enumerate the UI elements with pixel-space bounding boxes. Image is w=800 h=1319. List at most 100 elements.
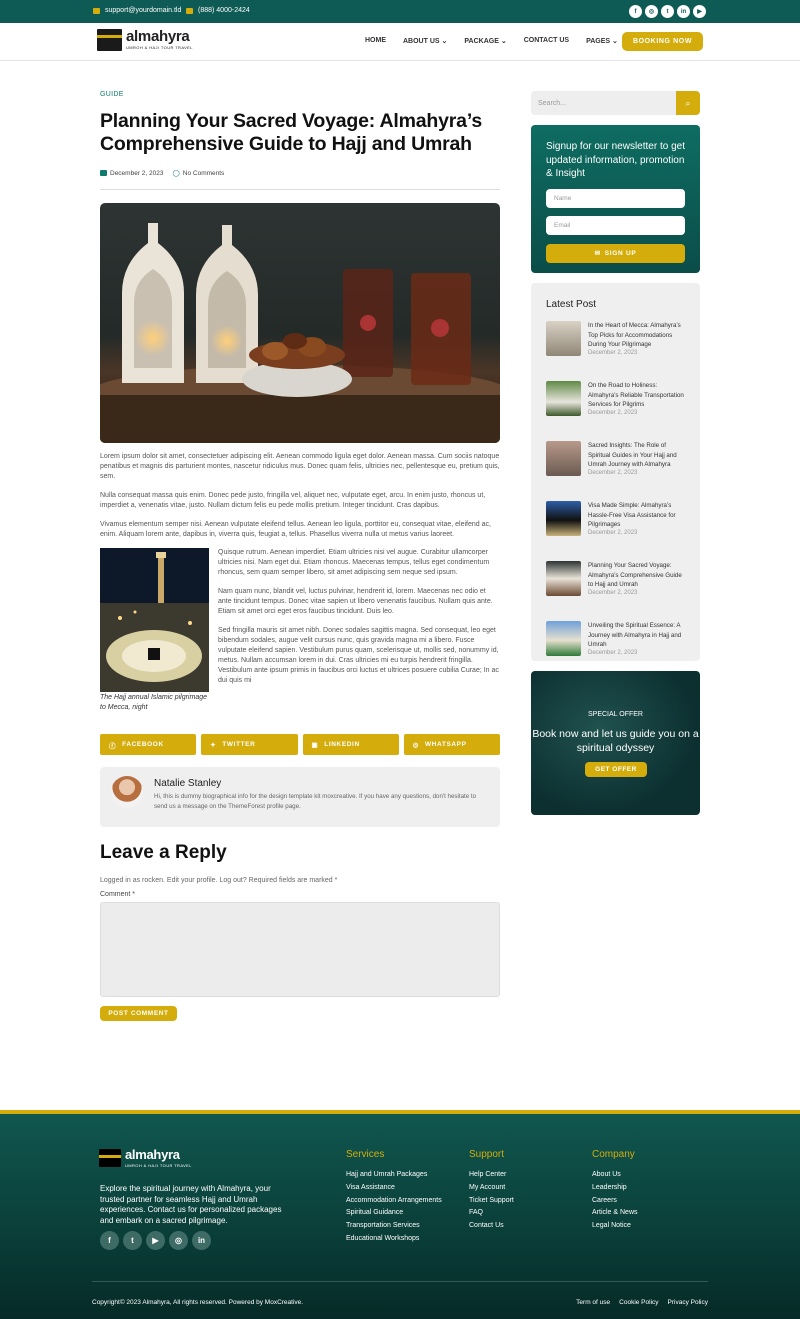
share-twitter-button[interactable]: ✦ TWITTER	[201, 734, 298, 755]
share-label: TWITTER	[222, 741, 256, 748]
footer-legal-link[interactable]: Term of use	[576, 1299, 610, 1306]
special-offer-banner: SPECIAL OFFER Book now and let us guide …	[531, 671, 700, 815]
post-thumbnail	[546, 441, 581, 476]
chevron-down-icon: ⌄	[500, 38, 507, 45]
linkedin-icon[interactable]: in	[677, 5, 690, 18]
footer-link[interactable]: Leadership	[592, 1182, 638, 1195]
latest-post-item[interactable]: Planning Your Sacred Voyage: Almahyra’s …	[546, 561, 685, 611]
share-whatsapp-button[interactable]: ◎ WHATSAPP	[403, 734, 500, 755]
calendar-icon	[100, 170, 107, 176]
latest-post-item[interactable]: Visa Made Simple: Almahyra’s Hassle-Free…	[546, 501, 685, 551]
nav-pages[interactable]: PAGES ⌄	[586, 37, 618, 45]
twitter-icon[interactable]: t	[123, 1231, 142, 1250]
latest-post-item[interactable]: Sacred Insights: The Role of Spiritual G…	[546, 441, 685, 491]
footer-link[interactable]: Hajj and Umrah Packages	[346, 1169, 442, 1182]
post-thumbnail	[546, 501, 581, 536]
footer-link[interactable]: My Account	[469, 1182, 514, 1195]
float-text: Quisque rutrum. Aenean imperdiet. Etiam …	[218, 548, 500, 695]
get-offer-button[interactable]: GET OFFER	[585, 762, 647, 777]
linkedin-icon[interactable]: in	[192, 1231, 211, 1250]
topbar-phone[interactable]: (888) 4000-2424	[186, 7, 250, 14]
search-widget: Search... ⌕	[531, 91, 700, 115]
search-input[interactable]: Search...	[531, 91, 676, 115]
mail-icon: ✉	[594, 250, 601, 257]
newsletter-name-input[interactable]: Name	[546, 188, 685, 208]
footer-link[interactable]: Legal Notice	[592, 1220, 638, 1233]
nav-package-label: PACKAGE	[464, 38, 499, 45]
mail-icon	[93, 7, 100, 14]
footer-link[interactable]: Visa Assistance	[346, 1182, 442, 1195]
kaaba-logo-icon	[97, 29, 122, 51]
latest-post-title: Planning Your Sacred Voyage: Almahyra’s …	[588, 562, 682, 588]
latest-post-date: December 2, 2023	[588, 649, 638, 656]
share-linkedin-button[interactable]: ▣ LINKEDIN	[302, 734, 399, 755]
phone-text: (888) 4000-2424	[198, 7, 250, 14]
footer-link[interactable]: Accommodation Arrangements	[346, 1195, 442, 1208]
newsletter-heading: Signup for our newsletter to get updated…	[546, 141, 685, 179]
latest-post-item[interactable]: In the Heart of Mecca: Almahyra’s Top Pi…	[546, 321, 685, 371]
youtube-icon[interactable]: ▶	[693, 5, 706, 18]
sign-up-button[interactable]: ✉ SIGN UP	[546, 243, 685, 263]
post-thumbnail	[546, 321, 581, 356]
nav-package[interactable]: PACKAGE ⌄	[464, 37, 506, 45]
footer-link[interactable]: Ticket Support	[469, 1195, 514, 1208]
footer-legal-link[interactable]: Cookie Policy	[619, 1299, 658, 1306]
share-buttons: ⓕ FACEBOOK ✦ TWITTER ▣ LINKEDIN ◎ WHATSAPP	[100, 734, 500, 755]
youtube-icon[interactable]: ▶	[146, 1231, 165, 1250]
footer-link[interactable]: Educational Workshops	[346, 1233, 442, 1246]
instagram-icon[interactable]: ◎	[645, 5, 658, 18]
brand-tagline: UMROH & HAJI TOUR TRAVEL	[126, 45, 193, 50]
kaaba-logo-icon	[99, 1149, 121, 1167]
sidebar: Search... ⌕ Signup for our newsletter to…	[531, 91, 700, 815]
footer-link[interactable]: Spiritual Guidance	[346, 1207, 442, 1220]
latest-post-item[interactable]: Unveiling the Spiritual Essence: A Journ…	[546, 621, 685, 671]
instagram-icon[interactable]: ◎	[169, 1231, 188, 1250]
share-label: FACEBOOK	[122, 741, 164, 748]
footer-link[interactable]: Careers	[592, 1195, 638, 1208]
post-title: Planning Your Sacred Voyage: Almahyra’s …	[100, 110, 482, 155]
share-facebook-button[interactable]: ⓕ FACEBOOK	[100, 734, 197, 755]
topbar-email[interactable]: support@yourdomain.tld	[93, 7, 181, 14]
twitter-icon[interactable]: t	[661, 5, 674, 18]
latest-post-title: On the Road to Holiness: Almahyra’s Reli…	[588, 382, 684, 408]
post-thumbnail	[546, 561, 581, 596]
avatar	[111, 776, 143, 808]
nav-home[interactable]: HOME	[365, 37, 386, 45]
post-category[interactable]: GUIDE	[100, 91, 500, 98]
footer-link[interactable]: Help Center	[469, 1169, 514, 1182]
facebook-icon[interactable]: f	[100, 1231, 119, 1250]
post-comments[interactable]: ◯ No Comments	[172, 169, 224, 178]
chevron-down-icon: ⌄	[441, 38, 448, 45]
footer-heading: Services	[346, 1149, 385, 1160]
latest-post-title: In the Heart of Mecca: Almahyra’s Top Pi…	[588, 322, 681, 348]
logged-in-note: Logged in as rocken. Edit your profile. …	[100, 877, 338, 884]
nav-about-us[interactable]: ABOUT US ⌄	[403, 37, 447, 45]
booking-now-button[interactable]: BOOKING NOW	[622, 32, 703, 51]
footer-logo[interactable]: almahyra UMROH & HAJI TOUR TRAVEL	[99, 1148, 192, 1168]
search-button[interactable]: ⌕	[676, 91, 700, 115]
paragraph: Vivamus elementum semper nisi. Aenean vu…	[100, 521, 491, 538]
latest-post-item[interactable]: On the Road to Holiness: Almahyra’s Reli…	[546, 381, 685, 431]
facebook-icon[interactable]: f	[629, 5, 642, 18]
main-nav: HOME ABOUT US ⌄ PACKAGE ⌄ CONTACT US PAG…	[365, 37, 635, 45]
footer-link[interactable]: Contact Us	[469, 1220, 514, 1233]
footer-about: Explore the spiritual journey with Almah…	[100, 1184, 282, 1225]
footer-link[interactable]: About Us	[592, 1169, 638, 1182]
footer-heading: Support	[469, 1149, 505, 1160]
footer-link[interactable]: FAQ	[469, 1207, 514, 1220]
footer-services: Services Hajj and Umrah Packages Visa As…	[346, 1149, 442, 1246]
author-bio: Hi, this is dummy biographical info for …	[154, 793, 477, 810]
comment-textarea[interactable]	[100, 902, 500, 997]
latest-post-title: Visa Made Simple: Almahyra’s Hassle-Free…	[588, 502, 676, 528]
footer-link[interactable]: Transportation Services	[346, 1220, 442, 1233]
newsletter-email-input[interactable]: Email	[546, 215, 685, 235]
site-logo[interactable]: almahyra UMROH & HAJI TOUR TRAVEL	[97, 29, 193, 51]
site-footer: almahyra UMROH & HAJI TOUR TRAVEL Explor…	[0, 1110, 800, 1319]
nav-contact-us[interactable]: CONTACT US	[524, 37, 569, 45]
comment-label: Comment *	[100, 891, 136, 898]
footer-legal-link[interactable]: Privacy Policy	[668, 1299, 708, 1306]
footer-link[interactable]: Article & News	[592, 1207, 638, 1220]
post-comment-button[interactable]: POST COMMENT	[100, 1006, 177, 1021]
author-name[interactable]: Natalie Stanley	[154, 778, 221, 789]
post-date-text: December 2, 2023	[110, 169, 164, 177]
